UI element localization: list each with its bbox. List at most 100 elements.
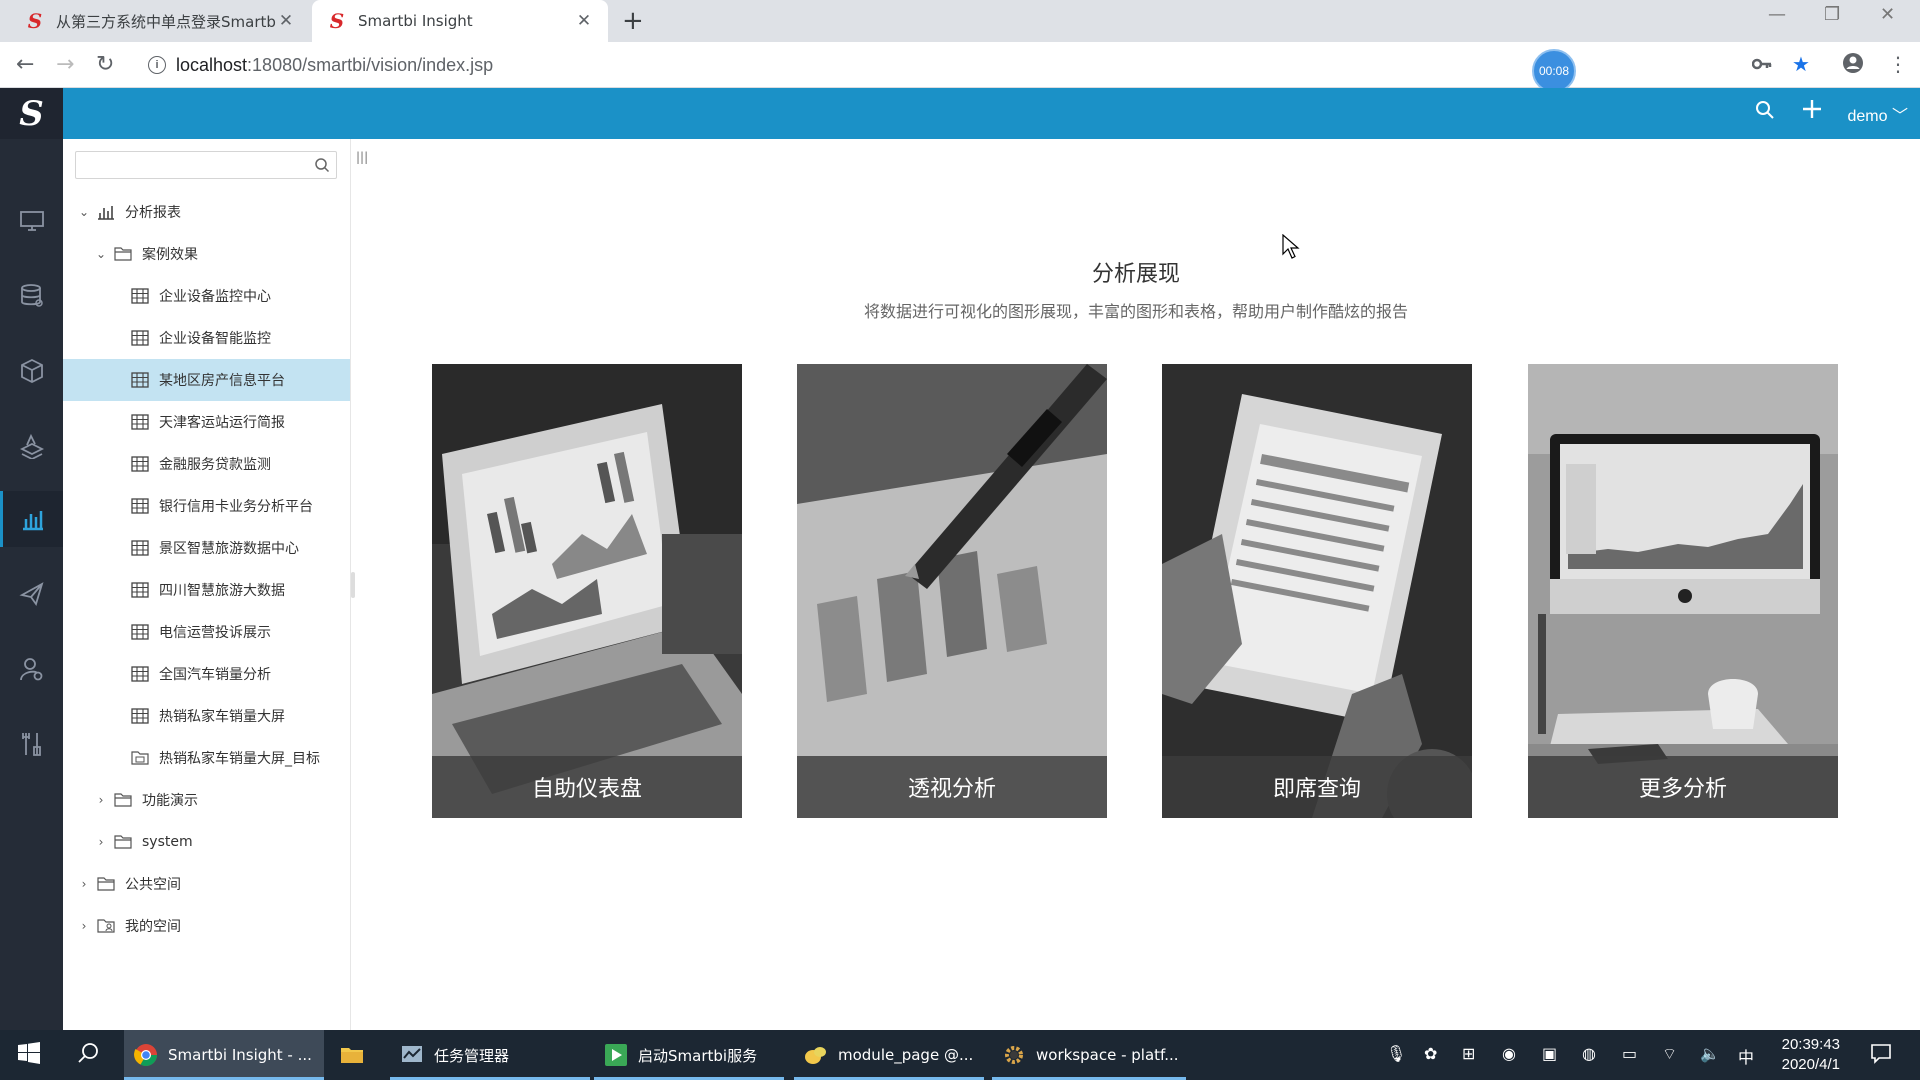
card-more-analysis[interactable]: 更多分析 [1528, 364, 1838, 818]
tree-item[interactable]: 银行信用卡业务分析平台 [63, 485, 350, 527]
card-pivot-analysis[interactable]: 透视分析 [797, 364, 1107, 818]
tree-item[interactable]: › system [63, 821, 350, 863]
tree-item[interactable]: 四川智慧旅游大数据 [63, 569, 350, 611]
card-label: 透视分析 [797, 756, 1107, 818]
taskbar-clock[interactable]: 20:39:43 2020/4/1 [1782, 1035, 1840, 1075]
tree-item[interactable]: 企业设备智能监控 [63, 317, 350, 359]
caret-right-icon[interactable]: › [77, 877, 91, 891]
taskbar-module-page[interactable]: module_page @... [794, 1030, 984, 1080]
tree-item[interactable]: 热销私家车销量大屏 [63, 695, 350, 737]
chart-icon [91, 204, 125, 220]
add-icon[interactable] [1801, 98, 1823, 126]
tree-item-label: 热销私家车销量大屏_目标 [159, 751, 320, 767]
network-share-icon[interactable]: ⊞ [1462, 1044, 1475, 1063]
tree-item-label: 热销私家车销量大屏 [159, 709, 285, 725]
profile-icon[interactable] [1842, 52, 1864, 79]
new-tab-button[interactable]: + [622, 6, 644, 36]
tree-item[interactable]: 企业设备监控中心 [63, 275, 350, 317]
key-icon[interactable] [1751, 52, 1772, 76]
taskbar-task-manager[interactable]: 任务管理器 [390, 1030, 590, 1080]
caret-right-icon[interactable]: › [94, 835, 108, 849]
tray-window-icon[interactable]: ▣ [1542, 1044, 1557, 1063]
tree-item[interactable]: 电信运营投诉展示 [63, 611, 350, 653]
tree-item[interactable]: ⌄ 分析报表 [63, 191, 350, 233]
card-self-service-dashboard[interactable]: 自助仪表盘 [432, 364, 742, 818]
taskbar-item-label: 启动Smartbi服务 [638, 1046, 758, 1065]
ime-indicator[interactable]: 中 [1738, 1044, 1754, 1068]
tree-item-label: 我的空间 [125, 919, 181, 935]
caret-right-icon[interactable]: › [94, 793, 108, 807]
reload-icon[interactable]: ↻ [96, 52, 114, 77]
nav-layers-icon[interactable] [0, 418, 63, 474]
taskbar-chrome[interactable]: Smartbi Insight - ... [124, 1030, 324, 1080]
recording-timer-badge: 00:08 [1532, 49, 1576, 93]
tray-app-icon[interactable]: ✿ [1424, 1044, 1437, 1063]
nav-send-icon[interactable] [0, 566, 63, 622]
tray-bird-icon[interactable]: ◉ [1502, 1044, 1516, 1063]
tree-item[interactable]: 景区智慧旅游数据中心 [63, 527, 350, 569]
taskbar-start-smartbi[interactable]: 启动Smartbi服务 [594, 1030, 784, 1080]
gear-icon [1005, 1046, 1023, 1064]
browser-tab-smartbi[interactable]: S Smartbi Insight ✕ [312, 0, 608, 42]
grid-icon [125, 666, 159, 682]
pen-chart-photo [797, 364, 1107, 818]
grid-icon [125, 288, 159, 304]
panel-resize-handle[interactable] [351, 572, 355, 598]
tree-item[interactable]: 金融服务贷款监测 [63, 443, 350, 485]
card-label: 即席查询 [1162, 756, 1472, 818]
forward-icon[interactable]: → [56, 52, 74, 77]
url-field[interactable]: i localhost:18080/smartbi/vision/index.j… [148, 49, 1588, 81]
taskbar-search-icon[interactable] [78, 1042, 100, 1068]
tree-item[interactable]: 热销私家车销量大屏_目标 [63, 737, 350, 779]
tree-item[interactable]: ⌄ 案例效果 [63, 233, 350, 275]
page-subtitle: 将数据进行可视化的图形展现，丰富的图形和表格，帮助用户制作酷炫的报告 [863, 302, 1408, 321]
microphone-icon[interactable]: 🎙 [1386, 1044, 1406, 1063]
nav-analysis-icon[interactable] [0, 491, 63, 547]
nav-user-settings-icon[interactable] [0, 641, 63, 697]
notification-icon[interactable] [1870, 1042, 1892, 1068]
tree-item[interactable]: › 我的空间 [63, 905, 350, 947]
tree-search-input[interactable] [75, 151, 337, 179]
user-name: demo [1847, 108, 1888, 125]
panel-collapse-icon[interactable]: ||| [356, 150, 368, 164]
minimize-icon[interactable]: — [1768, 4, 1786, 25]
tree-item-label: 电信运营投诉展示 [159, 625, 271, 641]
browser-tab-sso[interactable]: S 从第三方系统中单点登录Smartbi ✕ [10, 0, 310, 42]
tree-item[interactable]: 天津客运站运行简报 [63, 401, 350, 443]
tree-item[interactable]: 某地区房产信息平台 [63, 359, 350, 401]
grid-icon [125, 582, 159, 598]
folder-icon [108, 834, 142, 850]
search-icon[interactable] [1755, 100, 1775, 126]
caret-right-icon[interactable]: › [77, 919, 91, 933]
tree-item[interactable]: › 公共空间 [63, 863, 350, 905]
tree-item[interactable]: › 功能演示 [63, 779, 350, 821]
wechat-icon[interactable]: ◍ [1582, 1044, 1596, 1063]
window-close-icon[interactable]: ✕ [1880, 4, 1895, 25]
tab-close-icon[interactable]: ✕ [276, 11, 296, 31]
search-icon[interactable] [314, 157, 330, 173]
back-icon[interactable]: ← [16, 52, 34, 77]
battery-icon[interactable]: ▭ [1622, 1044, 1637, 1063]
restore-icon[interactable]: ❐ [1824, 4, 1840, 25]
windows-start-icon[interactable] [18, 1042, 40, 1068]
tree-item[interactable]: 全国汽车销量分析 [63, 653, 350, 695]
site-info-icon[interactable]: i [148, 56, 166, 74]
volume-icon[interactable]: 🔈 [1700, 1044, 1720, 1063]
menu-kebab-icon[interactable]: ⋮ [1888, 52, 1908, 76]
mouse-cursor-icon [1282, 234, 1300, 259]
wifi-icon[interactable]: ⌔ [1662, 1044, 1677, 1064]
tree-item-label: 景区智慧旅游数据中心 [159, 541, 299, 557]
caret-down-icon[interactable]: ⌄ [77, 205, 91, 219]
nav-cube-icon[interactable] [0, 343, 63, 399]
bookmark-star-icon[interactable]: ★ [1792, 52, 1810, 76]
nav-monitor-icon[interactable] [0, 193, 63, 249]
caret-down-icon[interactable]: ⌄ [94, 247, 108, 261]
user-menu[interactable]: demo ﹀ [1848, 102, 1909, 126]
nav-database-icon[interactable] [0, 268, 63, 324]
card-adhoc-query[interactable]: 即席查询 [1162, 364, 1472, 818]
taskbar-file-explorer[interactable] [330, 1030, 380, 1080]
nav-tools-icon[interactable] [0, 716, 63, 772]
folder-icon [91, 876, 125, 892]
tab-close-icon[interactable]: ✕ [574, 11, 594, 31]
taskbar-workspace[interactable]: workspace - platf... [992, 1030, 1186, 1080]
